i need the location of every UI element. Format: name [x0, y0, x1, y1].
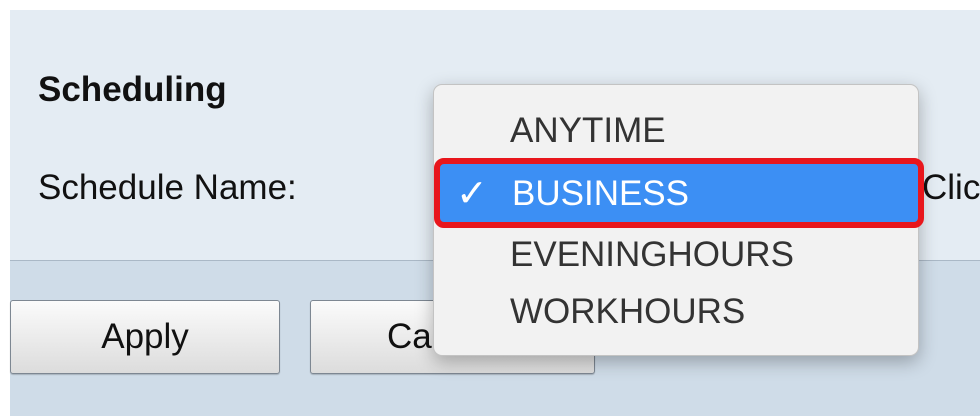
schedule-name-label: Schedule Name: — [38, 168, 297, 207]
hint-text[interactable]: Clic — [922, 168, 980, 208]
screen: Scheduling Schedule Name: Clic Apply Ca … — [0, 0, 980, 416]
dropdown-option-anytime[interactable]: ANYTIME — [510, 111, 666, 151]
dropdown-option-workhours[interactable]: WORKHOURS — [510, 292, 745, 332]
apply-button[interactable]: Apply — [10, 300, 280, 374]
selected-option-label: BUSINESS — [512, 174, 689, 213]
dropdown-option-business-selected[interactable]: ✓ BUSINESS — [434, 158, 924, 228]
checkmark-icon: ✓ — [456, 173, 488, 215]
section-title: Scheduling — [38, 70, 227, 109]
dropdown-option-eveninghours[interactable]: EVENINGHOURS — [510, 235, 794, 275]
